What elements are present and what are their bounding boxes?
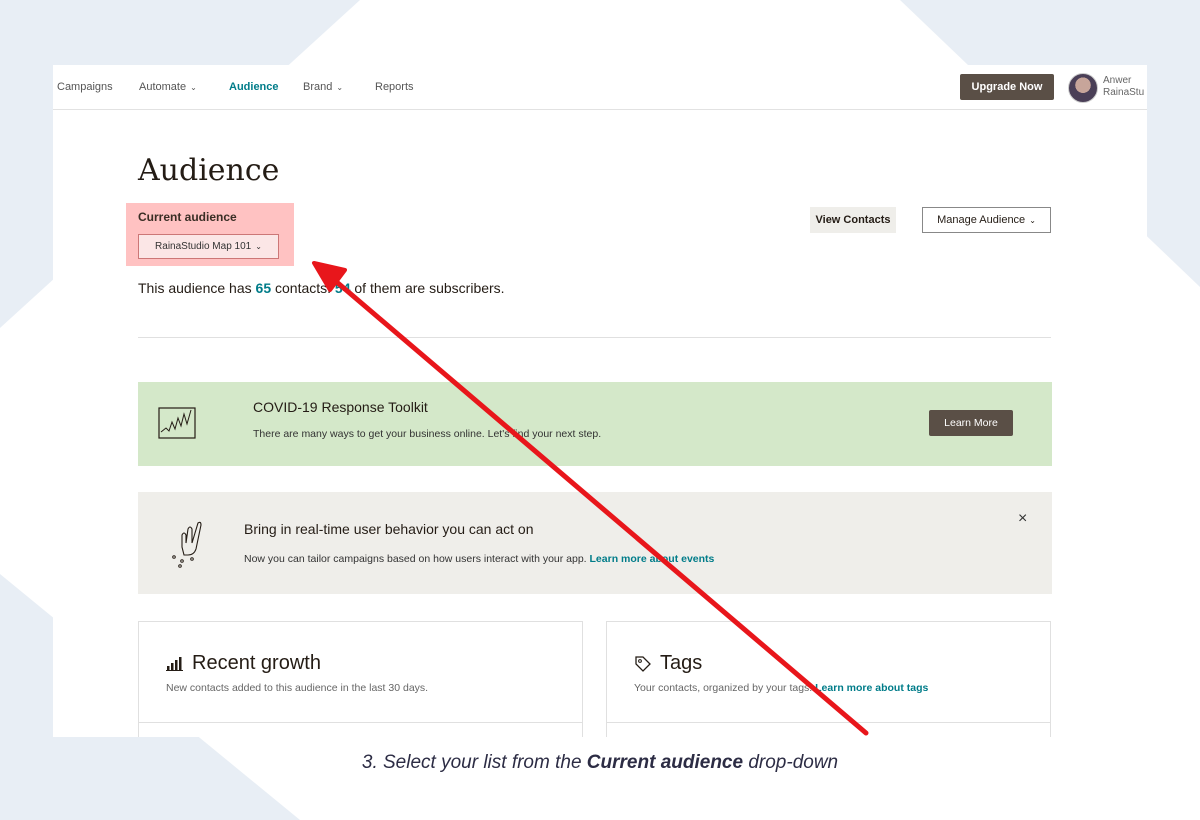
- covid-banner: COVID-19 Response Toolkit There are many…: [138, 382, 1052, 466]
- current-audience-value: RainaStudio Map 101: [155, 241, 252, 252]
- chart-sketch-icon: [158, 407, 196, 439]
- summary-prefix: This audience has: [138, 280, 256, 296]
- nav-reports[interactable]: Reports: [375, 81, 414, 93]
- upgrade-now-button[interactable]: Upgrade Now: [960, 74, 1054, 100]
- events-banner: Bring in real-time user behavior you can…: [138, 492, 1052, 594]
- user-account[interactable]: Anwer RainaStu: [1103, 75, 1144, 99]
- page-title: Audience: [138, 153, 280, 188]
- tags-heading: Tags: [634, 652, 702, 675]
- avatar[interactable]: [1068, 73, 1098, 103]
- chevron-down-icon: ⌄: [1029, 215, 1036, 225]
- bar-chart-icon: [166, 656, 183, 671]
- tags-card: Tags Your contacts, organized by your ta…: [606, 621, 1051, 737]
- nav-brand[interactable]: Brand ⌄: [303, 81, 343, 93]
- tags-desc-body: Your contacts, organized by your tags.: [634, 682, 816, 694]
- card-divider: [139, 722, 582, 723]
- tags-desc: Your contacts, organized by your tags. L…: [634, 682, 928, 694]
- summary-suffix: of them are subscribers.: [350, 280, 505, 296]
- tags-title: Tags: [660, 652, 703, 674]
- divider: [138, 337, 1051, 338]
- contacts-count[interactable]: 65: [256, 280, 272, 296]
- manage-audience-label: Manage Audience: [937, 214, 1026, 226]
- nav-automate-label: Automate: [139, 81, 187, 93]
- audience-summary: This audience has 65 contacts. 54 of the…: [138, 280, 505, 296]
- recent-growth-card: Recent growth New contacts added to this…: [138, 621, 583, 737]
- close-icon[interactable]: ×: [1018, 510, 1027, 528]
- learn-more-button[interactable]: Learn More: [929, 410, 1013, 436]
- chevron-down-icon: ⌄: [190, 83, 197, 92]
- caption-prefix: 3. Select your list from the: [361, 752, 587, 773]
- card-divider: [607, 722, 1050, 723]
- learn-more-events-link[interactable]: Learn more about events: [590, 553, 715, 565]
- events-text: Now you can tailor campaigns based on ho…: [244, 553, 714, 565]
- chevron-down-icon: ⌄: [336, 83, 344, 92]
- chevron-down-icon: ⌄: [255, 242, 262, 251]
- covid-text: There are many ways to get your business…: [253, 428, 602, 440]
- user-org: RainaStu: [1103, 87, 1145, 98]
- caption-suffix: drop-down: [743, 752, 839, 773]
- current-audience-label: Current audience: [138, 210, 237, 224]
- instruction-caption: 3. Select your list from the Current aud…: [0, 752, 1200, 774]
- view-contacts-button[interactable]: View Contacts: [810, 207, 896, 233]
- events-text-body: Now you can tailor campaigns based on ho…: [244, 553, 590, 565]
- events-title: Bring in real-time user behavior you can…: [244, 521, 534, 537]
- nav-brand-label: Brand: [303, 81, 333, 93]
- recent-growth-title: Recent growth: [192, 652, 321, 674]
- nav-audience[interactable]: Audience: [229, 81, 279, 93]
- app-screenshot: Campaigns Automate ⌄ Audience Brand ⌄ Repo…: [53, 65, 1147, 737]
- nav-campaigns[interactable]: Campaigns: [57, 81, 113, 93]
- subscribers-count[interactable]: 54: [335, 280, 351, 296]
- summary-middle: contacts.: [271, 280, 335, 296]
- recent-growth-heading: Recent growth: [166, 652, 321, 675]
- recent-growth-desc: New contacts added to this audience in t…: [166, 682, 429, 694]
- tag-icon: [635, 655, 651, 672]
- hand-tap-icon: [172, 521, 202, 568]
- learn-more-tags-link[interactable]: Learn more about tags: [815, 682, 928, 694]
- top-nav: Campaigns Automate ⌄ Audience Brand ⌄ Repo…: [53, 65, 1147, 110]
- covid-title: COVID-19 Response Toolkit: [253, 399, 428, 415]
- nav-automate[interactable]: Automate ⌄: [139, 81, 197, 93]
- user-name: Anwer: [1103, 75, 1132, 86]
- manage-audience-button[interactable]: Manage Audience ⌄: [922, 207, 1051, 233]
- caption-bold: Current audience: [586, 752, 744, 773]
- current-audience-dropdown[interactable]: RainaStudio Map 101 ⌄: [138, 234, 279, 259]
